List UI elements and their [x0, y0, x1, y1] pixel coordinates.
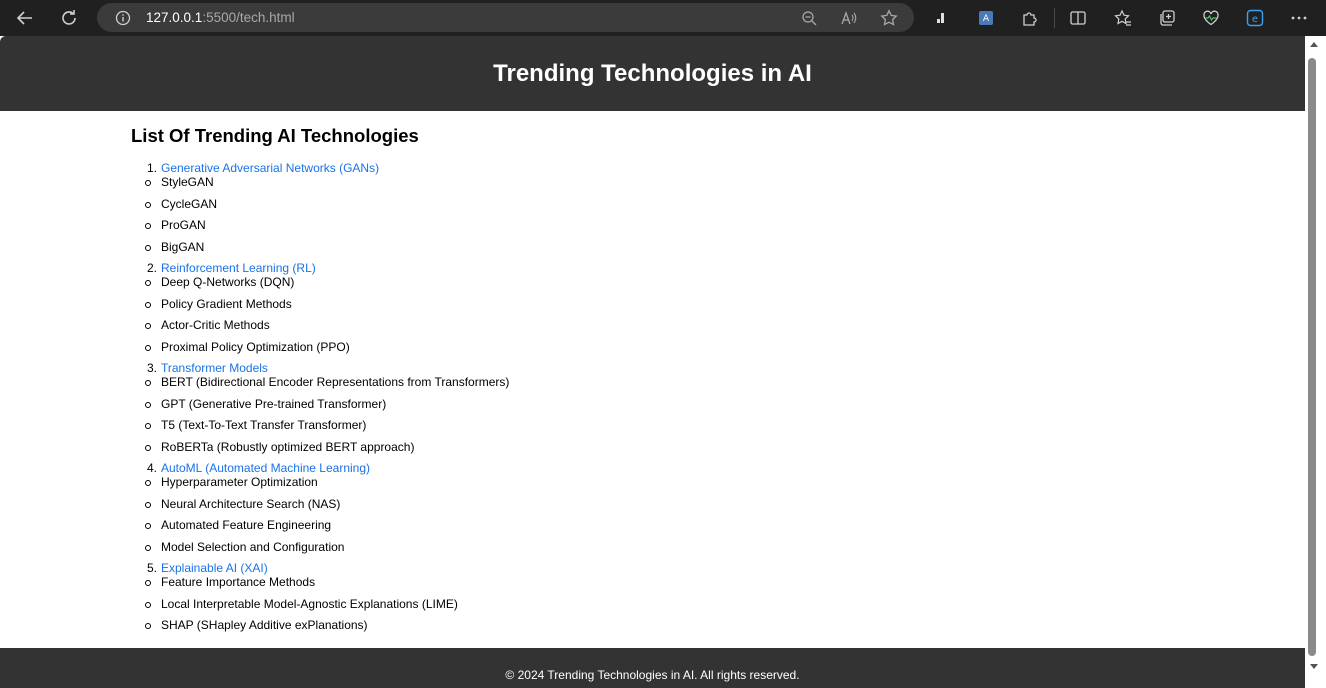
sub-technology-item: CycleGAN: [161, 196, 218, 211]
bullet-marker: [145, 280, 151, 286]
more-menu-icon[interactable]: [1285, 4, 1313, 32]
sub-technology-item: BigGAN: [161, 239, 205, 254]
tech-link[interactable]: Reinforcement Learning (RL): [161, 261, 316, 275]
sub-technology-item: RoBERTa (Robustly optimized BERT approac…: [161, 439, 415, 454]
browser-essentials-icon[interactable]: [1197, 4, 1225, 32]
address-bar[interactable]: 127.0.0.1:5500/tech.html: [97, 3, 914, 32]
bullet-marker: [145, 223, 151, 229]
tech-link[interactable]: Transformer Models: [161, 361, 268, 375]
url-path: :5500/tech.html: [202, 10, 295, 25]
page-footer: © 2024 Trending Technologies in AI. All …: [0, 648, 1305, 688]
translate-extension-icon[interactable]: A: [972, 4, 1000, 32]
toolbar-divider: [1054, 8, 1055, 28]
bullet-marker: [145, 244, 151, 251]
bullet-marker: [145, 523, 151, 529]
sub-technology-item: Deep Q-Networks (DQN): [161, 275, 295, 289]
bullet-marker: [145, 601, 151, 608]
bullet-marker: [145, 401, 151, 408]
sub-technology-item: Local Interpretable Model-Agnostic Expla…: [161, 596, 458, 611]
tech-link[interactable]: Generative Adversarial Networks (GANs): [161, 161, 379, 175]
url-host: 127.0.0.1: [146, 10, 203, 25]
sub-technology-item: T5 (Text-To-Text Transfer Transformer): [161, 418, 367, 432]
bullet-marker: [145, 580, 151, 586]
svg-text:e: e: [1252, 14, 1258, 25]
sub-technology-item: GPT (Generative Pre-trained Transformer): [161, 396, 387, 411]
bullet-marker: [145, 180, 151, 186]
sub-technology-item: Actor-Critic Methods: [161, 318, 270, 332]
sub-technology-item: Hyperparameter Optimization: [161, 475, 318, 489]
scroll-up-arrow-icon[interactable]: [1310, 42, 1318, 47]
read-aloud-icon[interactable]: [835, 3, 863, 32]
tech-number: 3.: [147, 361, 158, 375]
page-viewport: Trending Technologies in AI List Of Tren…: [0, 36, 1326, 688]
scroll-down-arrow-icon[interactable]: [1310, 664, 1318, 669]
bullet-marker: [145, 344, 151, 351]
scrollbar-thumb[interactable]: [1308, 58, 1316, 656]
sub-technology-item: Proximal Policy Optimization (PPO): [161, 339, 350, 354]
back-icon[interactable]: [11, 4, 39, 32]
section-heading: List Of Trending AI Technologies: [131, 125, 419, 146]
tech-link[interactable]: Explainable AI (XAI): [161, 561, 268, 575]
favorites-icon[interactable]: [1109, 4, 1137, 32]
tech-number: 4.: [147, 461, 158, 475]
bullet-marker: [145, 380, 151, 386]
refresh-icon[interactable]: [55, 4, 83, 32]
bullet-marker: [145, 301, 151, 308]
extensions-puzzle-icon[interactable]: [1016, 4, 1044, 32]
page-title: Trending Technologies in AI: [493, 60, 812, 87]
footer-text: © 2024 Trending Technologies in AI. All …: [505, 668, 800, 682]
bullet-marker: [145, 501, 151, 508]
sub-technology-item: Policy Gradient Methods: [161, 296, 292, 311]
bullet-marker: [145, 544, 151, 551]
sub-technology-item: SHAP (SHapley Additive exPlanations): [161, 618, 368, 632]
sub-technology-item: Model Selection and Configuration: [161, 539, 345, 554]
bullet-marker: [145, 444, 151, 451]
edge-icon[interactable]: e: [1241, 4, 1269, 32]
vertical-scrollbar[interactable]: [1305, 36, 1326, 688]
bullet-marker: [145, 480, 151, 486]
svg-text:A: A: [983, 14, 990, 24]
info-icon[interactable]: [109, 3, 137, 32]
bullet-marker: [145, 323, 151, 329]
sub-technology-item: Feature Importance Methods: [161, 575, 316, 589]
sub-technology-item: Neural Architecture Search (NAS): [161, 496, 341, 511]
tech-number: 2.: [147, 261, 158, 275]
bullet-marker: [145, 423, 151, 429]
tech-number: 1.: [147, 161, 158, 175]
tech-number: 5.: [147, 561, 158, 575]
sub-technology-item: BERT (Bidirectional Encoder Representati…: [161, 375, 510, 389]
sub-technology-item: ProGAN: [161, 218, 206, 232]
bullet-marker: [145, 623, 151, 629]
sub-technology-item: StyleGAN: [161, 175, 214, 189]
bullet-marker: [145, 201, 151, 208]
collections-icon[interactable]: [1153, 4, 1181, 32]
page-header: Trending Technologies in AI: [0, 36, 1305, 111]
url-text[interactable]: 127.0.0.1:5500/tech.html: [146, 10, 295, 25]
page-main: List Of Trending AI Technologies 1. Gener…: [131, 111, 1281, 632]
sub-technology-item: Automated Feature Engineering: [161, 518, 332, 532]
browser-toolbar: 127.0.0.1:5500/tech.html A e: [0, 0, 1326, 36]
favorite-star-icon[interactable]: [875, 3, 903, 32]
split-screen-icon[interactable]: [1064, 4, 1092, 32]
tech-link[interactable]: AutoML (Automated Machine Learning): [161, 461, 370, 475]
extension-bar-icon[interactable]: [928, 4, 956, 32]
zoom-out-icon[interactable]: [795, 3, 823, 32]
